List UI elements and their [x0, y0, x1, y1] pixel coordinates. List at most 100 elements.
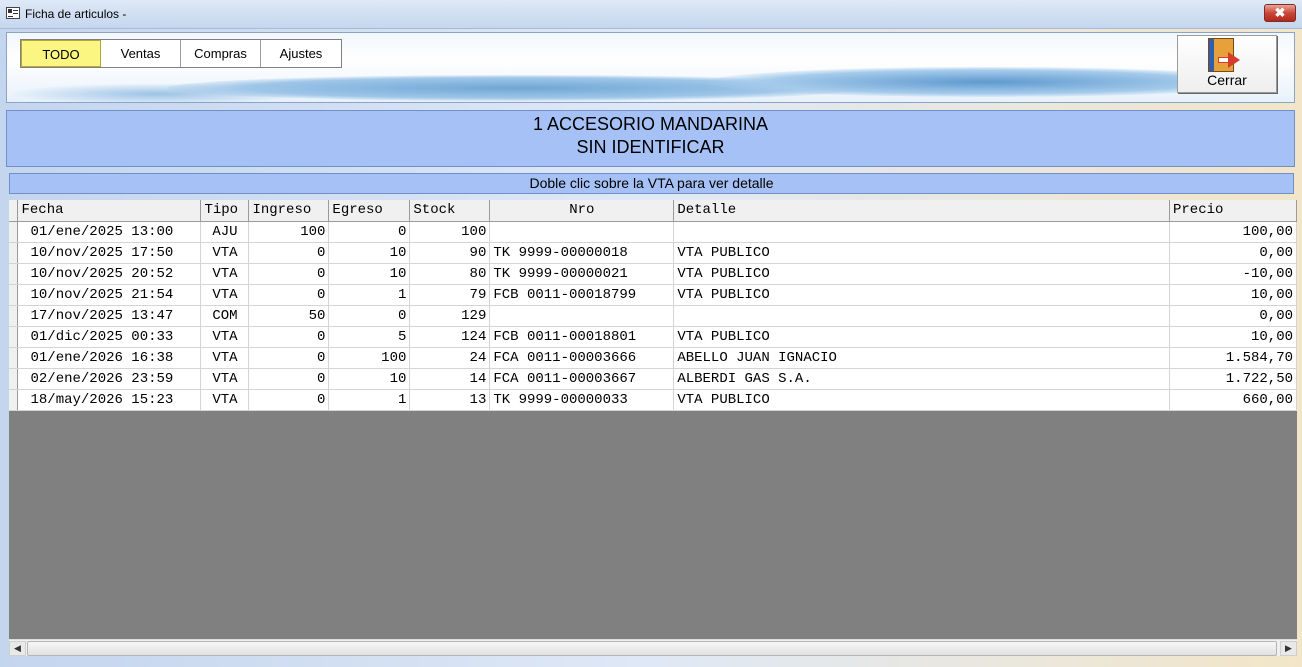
movements-grid[interactable]: Fecha Tipo Ingreso Egreso Stock Nro Deta… [9, 200, 1297, 639]
cell-stock[interactable]: 13 [409, 389, 491, 411]
cell-ingreso[interactable]: 0 [248, 389, 330, 411]
cell-egreso[interactable]: 1 [328, 284, 411, 306]
cell-fecha[interactable]: 10/nov/2025 17:50 [17, 242, 202, 264]
cell-detalle[interactable]: VTA PUBLICO [673, 284, 1170, 306]
close-button[interactable]: Cerrar [1177, 35, 1277, 93]
cell-fecha[interactable]: 02/ene/2026 23:59 [17, 368, 202, 390]
column-header-stock[interactable]: Stock [409, 200, 491, 222]
cell-fecha[interactable]: 01/ene/2025 13:00 [17, 221, 202, 243]
cell-egreso[interactable]: 1 [328, 389, 411, 411]
column-header-tipo[interactable]: Tipo [200, 200, 250, 222]
table-row[interactable]: 01/ene/2026 16:38 VTA 0 100 24 FCA 0011-00003… [9, 347, 1297, 369]
cell-precio[interactable]: 10,00 [1169, 326, 1297, 348]
table-row[interactable]: 10/nov/2025 20:52 VTA 0 10 80 TK 9999-0000002… [9, 263, 1297, 285]
cell-nro[interactable]: TK 9999-00000033 [489, 389, 675, 411]
cell-tipo[interactable]: VTA [200, 347, 250, 369]
cell-fecha[interactable]: 10/nov/2025 21:54 [17, 284, 202, 306]
cell-tipo[interactable]: VTA [200, 263, 250, 285]
tab-todo[interactable]: TODO [21, 40, 101, 67]
cell-tipo[interactable]: COM [200, 305, 250, 327]
cell-egreso[interactable]: 10 [328, 368, 411, 390]
cell-ingreso[interactable]: 0 [248, 368, 330, 390]
cell-egreso[interactable]: 0 [328, 305, 411, 327]
column-header-egreso[interactable]: Egreso [328, 200, 411, 222]
cell-stock[interactable]: 80 [409, 263, 491, 285]
cell-tipo[interactable]: AJU [200, 221, 250, 243]
tab-compras[interactable]: Compras [181, 40, 261, 67]
table-row[interactable]: 10/nov/2025 17:50 VTA 0 10 90 TK 9999-0000001… [9, 242, 1297, 264]
cell-stock[interactable]: 79 [409, 284, 491, 306]
cell-nro[interactable] [489, 305, 675, 327]
row-selector[interactable] [9, 368, 19, 390]
table-row[interactable]: 10/nov/2025 21:54 VTA 0 1 79 FCB 0011-0001879… [9, 284, 1297, 306]
cell-stock[interactable]: 124 [409, 326, 491, 348]
column-header-precio[interactable]: Precio [1169, 200, 1297, 222]
cell-detalle[interactable]: VTA PUBLICO [673, 326, 1170, 348]
cell-precio[interactable]: -10,00 [1169, 263, 1297, 285]
row-selector[interactable] [9, 263, 19, 285]
column-header-ingreso[interactable]: Ingreso [248, 200, 330, 222]
row-selector[interactable] [9, 326, 19, 348]
scroll-left-icon[interactable]: ◀ [9, 641, 26, 656]
tab-ventas[interactable]: Ventas [101, 40, 181, 67]
cell-fecha[interactable]: 17/nov/2025 13:47 [17, 305, 202, 327]
table-row[interactable]: 17/nov/2025 13:47 COM 50 0 129 0,00 [9, 305, 1297, 327]
scrollbar-thumb[interactable] [27, 641, 1277, 656]
cell-stock[interactable]: 100 [409, 221, 491, 243]
table-row[interactable]: 18/may/2026 15:23 VTA 0 1 13 TK 9999-00000033… [9, 389, 1297, 411]
row-selector[interactable] [9, 347, 19, 369]
cell-detalle[interactable]: ALBERDI GAS S.A. [673, 368, 1170, 390]
cell-tipo[interactable]: VTA [200, 326, 250, 348]
cell-tipo[interactable]: VTA [200, 284, 250, 306]
tab-ajustes[interactable]: Ajustes [261, 40, 341, 67]
cell-detalle[interactable]: VTA PUBLICO [673, 389, 1170, 411]
table-row[interactable]: 01/ene/2025 13:00 AJU 100 0 100 100,00 [9, 221, 1297, 243]
cell-precio[interactable]: 660,00 [1169, 389, 1297, 411]
cell-ingreso[interactable]: 0 [248, 284, 330, 306]
cell-egreso[interactable]: 10 [328, 242, 411, 264]
cell-fecha[interactable]: 10/nov/2025 20:52 [17, 263, 202, 285]
cell-tipo[interactable]: VTA [200, 242, 250, 264]
column-header-detalle[interactable]: Detalle [673, 200, 1170, 222]
cell-tipo[interactable]: VTA [200, 389, 250, 411]
cell-precio[interactable]: 10,00 [1169, 284, 1297, 306]
cell-stock[interactable]: 129 [409, 305, 491, 327]
row-selector[interactable] [9, 284, 19, 306]
cell-precio[interactable]: 1.722,50 [1169, 368, 1297, 390]
cell-tipo[interactable]: VTA [200, 368, 250, 390]
cell-nro[interactable]: FCA 0011-00003666 [489, 347, 675, 369]
cell-ingreso[interactable]: 0 [248, 242, 330, 264]
row-selector[interactable] [9, 242, 19, 264]
scroll-right-icon[interactable]: ▶ [1280, 641, 1297, 656]
cell-detalle[interactable] [673, 221, 1170, 243]
cell-egreso[interactable]: 100 [328, 347, 411, 369]
cell-ingreso[interactable]: 100 [248, 221, 330, 243]
cell-ingreso[interactable]: 0 [248, 347, 330, 369]
cell-fecha[interactable]: 18/may/2026 15:23 [17, 389, 202, 411]
cell-ingreso[interactable]: 0 [248, 263, 330, 285]
cell-detalle[interactable] [673, 305, 1170, 327]
horizontal-scrollbar[interactable]: ◀ ▶ [9, 639, 1297, 656]
cell-precio[interactable]: 1.584,70 [1169, 347, 1297, 369]
cell-nro[interactable] [489, 221, 675, 243]
cell-egreso[interactable]: 10 [328, 263, 411, 285]
cell-precio[interactable]: 0,00 [1169, 305, 1297, 327]
window-icon[interactable] [6, 7, 20, 19]
cell-stock[interactable]: 90 [409, 242, 491, 264]
table-row[interactable]: 01/dic/2025 00:33 VTA 0 5 124 FCB 0011-000188… [9, 326, 1297, 348]
cell-nro[interactable]: FCB 0011-00018799 [489, 284, 675, 306]
row-selector-header[interactable] [9, 200, 19, 222]
cell-ingreso[interactable]: 50 [248, 305, 330, 327]
cell-fecha[interactable]: 01/dic/2025 00:33 [17, 326, 202, 348]
cell-detalle[interactable]: VTA PUBLICO [673, 242, 1170, 264]
row-selector[interactable] [9, 389, 19, 411]
window-close-button[interactable]: ✖ [1264, 4, 1296, 22]
row-selector[interactable] [9, 221, 19, 243]
cell-fecha[interactable]: 01/ene/2026 16:38 [17, 347, 202, 369]
column-header-fecha[interactable]: Fecha [17, 200, 202, 222]
cell-ingreso[interactable]: 0 [248, 326, 330, 348]
cell-detalle[interactable]: ABELLO JUAN IGNACIO [673, 347, 1170, 369]
cell-egreso[interactable]: 5 [328, 326, 411, 348]
cell-stock[interactable]: 24 [409, 347, 491, 369]
cell-precio[interactable]: 100,00 [1169, 221, 1297, 243]
